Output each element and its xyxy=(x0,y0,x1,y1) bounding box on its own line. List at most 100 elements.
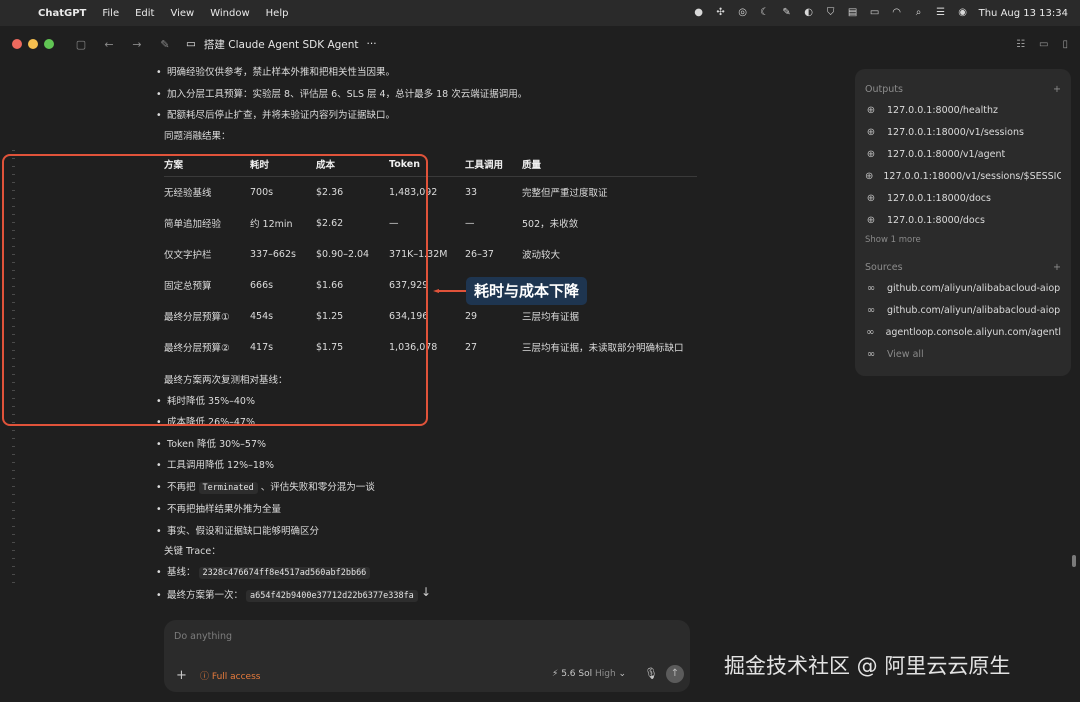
full-access-button[interactable]: ⓘ Full access xyxy=(200,669,260,682)
view-all-sources[interactable]: ∞ View all xyxy=(865,343,1061,365)
moon-icon[interactable]: ☾ xyxy=(759,7,771,19)
menubar-tray: ● ✣ ◎ ☾ ✎ ◐ ⛉ ▤ ▭ ◠ ⌕ ☰ ◉ Thu Aug 13 13:… xyxy=(693,7,1068,19)
gutter-tick xyxy=(12,326,15,327)
composer-input[interactable]: Do anything xyxy=(174,631,232,642)
output-link[interactable]: ⊕ 127.0.0.1:18000/v1/sessions/$SESSIO xyxy=(865,165,1061,187)
gutter-tick xyxy=(12,294,15,295)
window-toolbar: ▢ ← → ✎ ▭ 搭建 Claude Agent SDK Agent ··· … xyxy=(0,26,1080,62)
gutter-tick xyxy=(12,454,15,455)
folder-icon: ▭ xyxy=(186,38,196,50)
output-link[interactable]: ⊕ 127.0.0.1:18000/v1/sessions xyxy=(865,121,1061,143)
cell-scheme: 固定总预算 xyxy=(164,281,212,292)
close-window-button[interactable] xyxy=(12,39,22,49)
list-item: 加入分层工具预算：实验层 8、评估层 6、SLS 层 4，总计最多 18 次云端… xyxy=(150,84,710,106)
cell-scheme: 仅文字护栏 xyxy=(164,250,212,261)
trace-id[interactable]: a654f42b9400e37712d22b6377e338fa xyxy=(246,589,418,602)
menubar-clock[interactable]: Thu Aug 13 13:34 xyxy=(979,8,1068,19)
add-source-plus-icon[interactable]: + xyxy=(1053,262,1061,273)
minimize-window-button[interactable] xyxy=(28,39,38,49)
gutter-tick xyxy=(12,166,15,167)
forward-arrow-icon[interactable]: → xyxy=(130,38,144,51)
gutter-tick xyxy=(12,550,15,551)
output-link[interactable]: ⊕ 127.0.0.1:18000/docs xyxy=(865,187,1061,209)
cell-tool-calls: 33 xyxy=(465,186,478,198)
cell-time: 700s xyxy=(250,186,274,198)
panel-terminal-icon[interactable]: ▭ xyxy=(1039,39,1048,50)
list-item: Token 降低 30%–57% xyxy=(150,434,710,456)
gutter-tick xyxy=(12,406,15,407)
gutter-tick xyxy=(12,518,15,519)
control-center-icon[interactable]: ☰ xyxy=(935,7,947,19)
cell-scheme: 最终分层预算① xyxy=(164,312,230,323)
cell-quality: 波动较大 xyxy=(522,250,561,261)
fan-icon[interactable]: ✣ xyxy=(715,7,727,19)
attach-plus-icon[interactable]: + xyxy=(176,668,187,683)
cell-scheme: 最终分层预算② xyxy=(164,343,230,354)
mic-icon[interactable]: 🎙 xyxy=(644,667,658,680)
trace-item: 基线： 2328c476674ff8e4517ad560abf2bb66 xyxy=(150,562,710,585)
siri-icon[interactable]: ◉ xyxy=(957,7,969,19)
sidebar-toggle-icon[interactable]: ▢ xyxy=(74,38,88,51)
menu-window[interactable]: Window xyxy=(210,8,249,19)
header-time: 耗时 xyxy=(250,152,316,177)
cell-time: 417s xyxy=(250,341,274,353)
table-row: 最终分层预算② 417s $1.75 1,036,078 27 三层均有证据，未… xyxy=(164,332,697,363)
gutter-tick xyxy=(12,534,15,535)
pen-icon[interactable]: ✎ xyxy=(781,7,793,19)
cell-token: — xyxy=(389,217,399,229)
more-options-button[interactable]: ··· xyxy=(367,38,377,50)
battery-icon[interactable]: ▭ xyxy=(869,7,881,19)
cell-token: 634,196 xyxy=(389,310,429,322)
show-more-outputs[interactable]: Show 1 more xyxy=(865,231,1061,249)
panel-sidebar-icon[interactable]: ▯ xyxy=(1062,39,1068,50)
record-icon[interactable]: ● xyxy=(693,7,705,19)
wifi-icon[interactable]: ◠ xyxy=(891,7,903,19)
menu-app-name[interactable]: ChatGPT xyxy=(38,8,86,19)
menu-help[interactable]: Help xyxy=(266,8,289,19)
gutter-tick xyxy=(12,374,15,375)
globe-icon: ⊕ xyxy=(865,170,874,182)
source-link[interactable]: ∞ agentloop.console.aliyun.com/agentl xyxy=(865,321,1061,343)
clipboard-icon[interactable]: ▤ xyxy=(847,7,859,19)
output-url: 127.0.0.1:8000/v1/agent xyxy=(887,148,1006,160)
gutter-tick xyxy=(12,342,15,343)
gutter-tick xyxy=(12,302,15,303)
trace-heading: 关键 Trace： xyxy=(164,546,221,557)
scroll-down-arrow-icon[interactable]: ↓ xyxy=(421,585,431,599)
zoom-window-button[interactable] xyxy=(44,39,54,49)
cell-tool-calls: 29 xyxy=(465,310,478,322)
model-name: 5.6 Sol xyxy=(561,669,593,679)
terminated-suffix: 、评估失败和零分混为一谈 xyxy=(260,481,375,493)
source-link[interactable]: ∞ github.com/aliyun/alibabacloud-aiop xyxy=(865,299,1061,321)
gutter-tick xyxy=(12,462,15,463)
gutter-tick xyxy=(12,430,15,431)
openai-icon[interactable]: ◎ xyxy=(737,7,749,19)
shield-icon[interactable]: ⛉ xyxy=(825,7,837,19)
cell-quality: 三层均有证据 xyxy=(522,312,580,323)
back-arrow-icon[interactable]: ← xyxy=(102,38,116,51)
gutter-tick xyxy=(12,350,15,351)
menu-file[interactable]: File xyxy=(102,8,119,19)
scrollbar-thumb[interactable] xyxy=(1072,555,1076,567)
menu-view[interactable]: View xyxy=(170,8,194,19)
source-url: agentloop.console.aliyun.com/agentl xyxy=(885,326,1061,338)
side-panel: Outputs + ⊕ 127.0.0.1:8000/healthz ⊕ 127.0… xyxy=(855,69,1071,376)
table-row: 简单追加经验 约 12min $2.62 — — 502，未收敛 xyxy=(164,208,697,239)
gutter-tick xyxy=(12,230,15,231)
menu-edit[interactable]: Edit xyxy=(135,8,154,19)
trace-id[interactable]: 2328c476674ff8e4517ad560abf2bb66 xyxy=(198,567,371,579)
gutter-tick xyxy=(12,174,15,175)
crescent-icon[interactable]: ◐ xyxy=(803,7,815,19)
new-chat-icon[interactable]: ✎ xyxy=(158,38,172,51)
add-output-plus-icon[interactable]: + xyxy=(1053,84,1061,95)
source-link[interactable]: ∞ github.com/aliyun/alibabacloud-aiop xyxy=(865,277,1061,299)
panel-list-icon[interactable]: ☷ xyxy=(1016,39,1025,50)
search-icon[interactable]: ⌕ xyxy=(913,7,925,19)
model-selector[interactable]: ⚡ 5.6 Sol High ⌄ xyxy=(552,669,626,679)
output-link[interactable]: ⊕ 127.0.0.1:8000/healthz xyxy=(865,99,1061,121)
output-url: 127.0.0.1:18000/v1/sessions xyxy=(887,126,1024,138)
send-arrow-icon[interactable]: ↑ xyxy=(666,665,684,683)
gutter-tick xyxy=(12,246,15,247)
output-link[interactable]: ⊕ 127.0.0.1:8000/v1/agent xyxy=(865,143,1061,165)
output-link[interactable]: ⊕ 127.0.0.1:8000/docs xyxy=(865,209,1061,231)
